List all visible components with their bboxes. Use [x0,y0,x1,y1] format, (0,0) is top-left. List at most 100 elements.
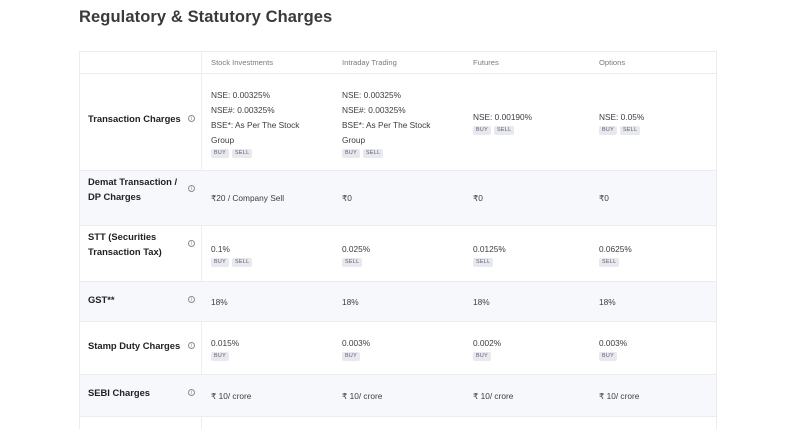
side-badge: BUY [211,257,229,267]
cell-value: ₹ 10/ crore [473,390,514,401]
cell-value: NSE: 0.05% [599,112,645,122]
tag-group: BUY [211,352,331,361]
row-cell: 18% [211,295,331,310]
tag-group: SELL [342,257,462,267]
cell-value: NSE#: 0.00325% [211,104,275,115]
side-badge: SELL [231,148,253,158]
side-badge: SELL [493,126,515,135]
row-cell: 18% [599,295,719,310]
cell-value: 0.003% [599,338,628,348]
row-cell: 0.002% BUY [473,336,593,361]
row-cell: ₹ 10/ crore [211,389,331,404]
table-row: Demat Transaction / DP Charges i ₹20 / Com… [80,171,716,226]
side-badge: BUY [599,126,617,135]
info-icon[interactable]: i [188,240,195,247]
cell-value: 0.015% [211,338,240,348]
tag-group: BUY [342,352,462,361]
side-badge: SELL [599,257,620,267]
row-cell: 0.025% SELL [342,242,462,267]
info-icon[interactable]: i [188,114,195,122]
side-badge: BUY [211,148,229,158]
side-badge: SELL [362,148,384,158]
cell-value: ₹ 10/ crore [599,390,640,401]
tag-group: BUY SELL [342,148,462,158]
row-label: GST** [88,294,115,305]
row-cell: NSE: 0.05% BUY SELL [599,110,719,135]
row-cell: ₹ 10/ crore [342,389,462,404]
row-cell: ₹ 10/ crore [473,389,593,404]
tag-group: BUY SELL [211,148,331,158]
side-badge: SELL [473,257,494,267]
row-cell: ₹0 [342,191,462,206]
row-cell: ₹ 10/ crore [599,389,719,404]
column-header: Intraday Trading [342,58,397,67]
row-cell: 18% [473,295,593,310]
table-row: Stamp Duty Charges i 0.015% BUY 0.003% BUY 0.0… [80,322,716,375]
row-cell: ₹20 / Company Sell [211,191,331,206]
side-badge: SELL [342,257,363,267]
side-badge: BUY [473,126,491,135]
cell-value: 0.0625% [599,243,632,254]
cell-value: Group [342,134,366,145]
cell-value: Group [211,134,235,145]
row-label: STT (Securities Transaction Tax) [88,231,162,257]
cell-value: ₹0 [599,193,609,203]
tag-group: BUY [473,352,593,361]
info-icon[interactable]: i [188,295,195,303]
cell-value: 18% [599,296,616,307]
side-badge: BUY [599,352,617,361]
tag-group: BUY SELL [473,126,593,135]
cell-value: BSE*: As Per The Stock [342,119,431,130]
row-cell: NSE: 0.00325% NSE#: 0.00325% BSE*: As Per … [342,88,462,158]
column-header: Stock Investments [211,58,274,67]
cell-value: BSE*: As Per The Stock [211,119,300,130]
tag-group: SELL [599,257,719,267]
page-title: Regulatory & Statutory Charges [79,8,333,26]
cell-value: 18% [211,296,228,307]
cell-value: 0.0125% [473,243,506,254]
cell-value: ₹0 [342,193,352,203]
info-icon[interactable]: i [188,185,195,192]
cell-value: ₹ 10/ crore [211,390,252,401]
table-row: Transaction Charges i NSE: 0.00325% NSE#: 0… [80,74,716,171]
table-header-row: Stock Investments Intraday Trading Futures… [80,52,716,74]
tag-group: SELL [473,257,593,267]
charges-table: Stock Investments Intraday Trading Futures… [79,51,717,429]
row-label: SEBI Charges [88,387,150,398]
info-icon[interactable]: i [188,341,195,349]
row-cell: ₹0 [599,191,719,206]
row-cell: 0.0125% SELL [473,242,593,267]
info-icon[interactable]: i [188,388,195,396]
cell-value: NSE: 0.00325% [211,89,271,100]
row-cell: NSE: 0.00190% BUY SELL [473,110,593,135]
tag-group: BUY [599,352,719,361]
row-cell: 0.003% BUY [599,336,719,361]
row-cell: 18% [342,295,462,310]
tag-group: BUY SELL [211,257,331,267]
cell-value: NSE#: 0.00325% [342,104,406,115]
table-row: STT (Securities Transaction Tax) i 0.1% BUY… [80,226,716,282]
cell-value: 0.003% [342,338,371,348]
row-cell: 0.0625% SELL [599,242,719,267]
row-label: Transaction Charges [88,113,181,124]
cell-value: ₹0 [473,193,483,203]
row-cell: 0.1% BUY SELL [211,242,331,267]
row-cell: 0.015% BUY [211,336,331,361]
column-header: Futures [473,58,499,67]
cell-value: 0.1% [211,243,230,254]
cell-value: ₹20 / Company Sell [211,193,285,203]
row-label: Stamp Duty Charges [88,340,181,351]
row-cell: ₹0 [473,191,593,206]
column-header: Options [599,58,626,67]
side-badge: BUY [342,148,360,158]
cell-value: 0.025% [342,243,371,254]
side-badge: SELL [231,257,253,267]
cell-value: 0.002% [473,338,502,348]
table-row: SEBI Charges i ₹ 10/ crore ₹ 10/ crore ₹ 10/… [80,375,716,417]
table-row: GST** i 18% 18% 18% 18% [80,282,716,322]
cell-value: ₹ 10/ crore [342,390,383,401]
row-label: Demat Transaction / DP Charges [88,176,178,202]
side-badge: SELL [619,126,641,135]
side-badge: BUY [342,352,360,361]
side-badge: BUY [211,352,229,361]
